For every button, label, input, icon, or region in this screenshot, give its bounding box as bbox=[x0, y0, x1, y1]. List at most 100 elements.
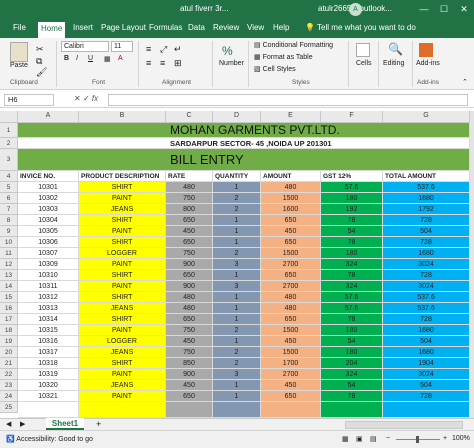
editing-button[interactable]: Editing bbox=[383, 60, 404, 67]
cell-amount[interactable]: 650 bbox=[261, 314, 321, 325]
paste-button-label[interactable]: Paste bbox=[10, 62, 28, 69]
cell-total-amount[interactable]: 1680 bbox=[383, 193, 470, 204]
company-title[interactable]: MOHAN GARMENTS PVT.LTD. bbox=[18, 123, 470, 138]
row-header-1[interactable]: 1 bbox=[0, 123, 18, 138]
cell-amount[interactable]: 2700 bbox=[261, 369, 321, 380]
cell-total-amount[interactable]: 728 bbox=[383, 237, 470, 248]
cell-product-description[interactable]: SHIRT bbox=[79, 182, 166, 193]
cell-quantity[interactable]: 1 bbox=[213, 380, 261, 391]
cell-rate[interactable]: 480 bbox=[166, 292, 213, 303]
horizontal-scrollbar[interactable] bbox=[345, 421, 463, 429]
borders-icon[interactable]: ▦ bbox=[104, 55, 111, 63]
cell-quantity[interactable]: 1 bbox=[213, 215, 261, 226]
cell-gst[interactable]: 78 bbox=[321, 270, 383, 281]
bold-button[interactable]: B bbox=[64, 55, 69, 62]
cell-quantity[interactable]: 1 bbox=[213, 182, 261, 193]
cell-invoice-no[interactable]: 10313 bbox=[18, 303, 79, 314]
cell-amount[interactable]: 1700 bbox=[261, 358, 321, 369]
copy-icon[interactable]: ⧉ bbox=[36, 56, 42, 67]
cell-total-amount[interactable]: 1792 bbox=[383, 204, 470, 215]
column-header-b[interactable]: B bbox=[79, 111, 166, 123]
tab-data[interactable]: Data bbox=[188, 23, 205, 32]
row-header-25[interactable]: 25 bbox=[0, 402, 18, 413]
header-gst[interactable]: GST 12% bbox=[321, 171, 383, 182]
cell-product-description[interactable]: PAINT bbox=[79, 193, 166, 204]
cell-rate[interactable]: 480 bbox=[166, 303, 213, 314]
align-center-icon[interactable]: ≡ bbox=[160, 58, 165, 68]
cell-gst[interactable]: 324 bbox=[321, 281, 383, 292]
cell-total-amount[interactable]: 1904 bbox=[383, 358, 470, 369]
cell-amount[interactable]: 1500 bbox=[261, 325, 321, 336]
row-header-17[interactable]: 17 bbox=[0, 314, 18, 325]
wrap-text-icon[interactable]: ↵ bbox=[174, 44, 182, 55]
cell-product-description[interactable]: PAINT bbox=[79, 369, 166, 380]
cell-gst[interactable]: 57.6 bbox=[321, 182, 383, 193]
cell-total-amount[interactable]: 3024 bbox=[383, 369, 470, 380]
cell-quantity[interactable]: 1 bbox=[213, 270, 261, 281]
cell-invoice-no[interactable]: 10305 bbox=[18, 226, 79, 237]
tab-page-layout[interactable]: Page Layout bbox=[101, 23, 146, 32]
cell-gst[interactable]: 78 bbox=[321, 314, 383, 325]
cell-total-amount[interactable]: 537.6 bbox=[383, 292, 470, 303]
page-break-view-icon[interactable]: ▤ bbox=[370, 435, 377, 443]
row-header-5[interactable]: 5 bbox=[0, 182, 18, 193]
cell-quantity[interactable]: 1 bbox=[213, 391, 261, 402]
cell-product-description[interactable]: PAINT bbox=[79, 325, 166, 336]
row-header-21[interactable]: 21 bbox=[0, 358, 18, 369]
cell-rate[interactable]: 750 bbox=[166, 193, 213, 204]
cell-rate[interactable]: 650 bbox=[166, 215, 213, 226]
cell-amount[interactable]: 2700 bbox=[261, 281, 321, 292]
zoom-slider-thumb[interactable] bbox=[416, 436, 419, 443]
avatar[interactable]: A bbox=[349, 3, 362, 16]
column-header-d[interactable]: D bbox=[213, 111, 261, 123]
cell-amount[interactable]: 480 bbox=[261, 292, 321, 303]
cell-amount[interactable]: 650 bbox=[261, 391, 321, 402]
row-header-15[interactable]: 15 bbox=[0, 292, 18, 303]
formula-input[interactable] bbox=[108, 94, 468, 106]
cell-product-description[interactable]: SHIRT bbox=[79, 215, 166, 226]
row-header-23[interactable]: 23 bbox=[0, 380, 18, 391]
normal-view-icon[interactable]: ▦ bbox=[342, 435, 349, 443]
row-header-12[interactable]: 12 bbox=[0, 259, 18, 270]
row-header-10[interactable]: 10 bbox=[0, 237, 18, 248]
close-button[interactable]: ✕ bbox=[456, 2, 472, 17]
cell-product-description[interactable]: SHIRT bbox=[79, 314, 166, 325]
cell-quantity[interactable]: 1 bbox=[213, 237, 261, 248]
cell-styles-button[interactable]: ▧ Cell Styles bbox=[254, 65, 296, 73]
row-header-19[interactable]: 19 bbox=[0, 336, 18, 347]
cell-total-amount[interactable]: 504 bbox=[383, 336, 470, 347]
cell-gst[interactable]: 192 bbox=[321, 204, 383, 215]
cell-amount[interactable]: 650 bbox=[261, 237, 321, 248]
minimize-button[interactable]: — bbox=[416, 2, 432, 17]
tab-formulas[interactable]: Formulas bbox=[149, 23, 182, 32]
cell-total-amount[interactable]: 3024 bbox=[383, 259, 470, 270]
paste-icon[interactable] bbox=[10, 42, 28, 62]
cell-rate[interactable]: 650 bbox=[166, 270, 213, 281]
cell-gst[interactable]: 54 bbox=[321, 336, 383, 347]
column-header-c[interactable]: C bbox=[166, 111, 213, 123]
orientation-icon[interactable]: ⤢ bbox=[160, 44, 167, 55]
cell-quantity[interactable]: 2 bbox=[213, 325, 261, 336]
cell-quantity[interactable]: 2 bbox=[213, 193, 261, 204]
cell-total-amount[interactable]: 728 bbox=[383, 215, 470, 226]
cell-total-amount[interactable]: 3024 bbox=[383, 281, 470, 292]
cell-invoice-no[interactable]: 10317 bbox=[18, 347, 79, 358]
zoom-in-icon[interactable]: + bbox=[443, 435, 447, 442]
cell-product-description[interactable]: PAINT bbox=[79, 281, 166, 292]
accessibility-status[interactable]: ♿ Accessibility: Good to go bbox=[6, 435, 93, 443]
cell-invoice-no[interactable]: 10303 bbox=[18, 204, 79, 215]
row-header-13[interactable]: 13 bbox=[0, 270, 18, 281]
cell-amount[interactable]: 650 bbox=[261, 215, 321, 226]
cell-product-description[interactable]: PAINT bbox=[79, 391, 166, 402]
tab-review[interactable]: Review bbox=[213, 23, 239, 32]
cell-invoice-no[interactable]: 10321 bbox=[18, 391, 79, 402]
row-header-3[interactable]: 3 bbox=[0, 149, 18, 171]
add-sheet-button[interactable]: + bbox=[96, 419, 101, 429]
cancel-icon[interactable]: ✕ bbox=[74, 94, 83, 103]
merge-icon[interactable]: ⊞ bbox=[174, 58, 182, 69]
collapse-ribbon-icon[interactable]: ⌃ bbox=[462, 78, 468, 86]
empty-cell[interactable] bbox=[166, 402, 213, 418]
cell-quantity[interactable]: 1 bbox=[213, 336, 261, 347]
cell-amount[interactable]: 1500 bbox=[261, 347, 321, 358]
cell-amount[interactable]: 1500 bbox=[261, 248, 321, 259]
